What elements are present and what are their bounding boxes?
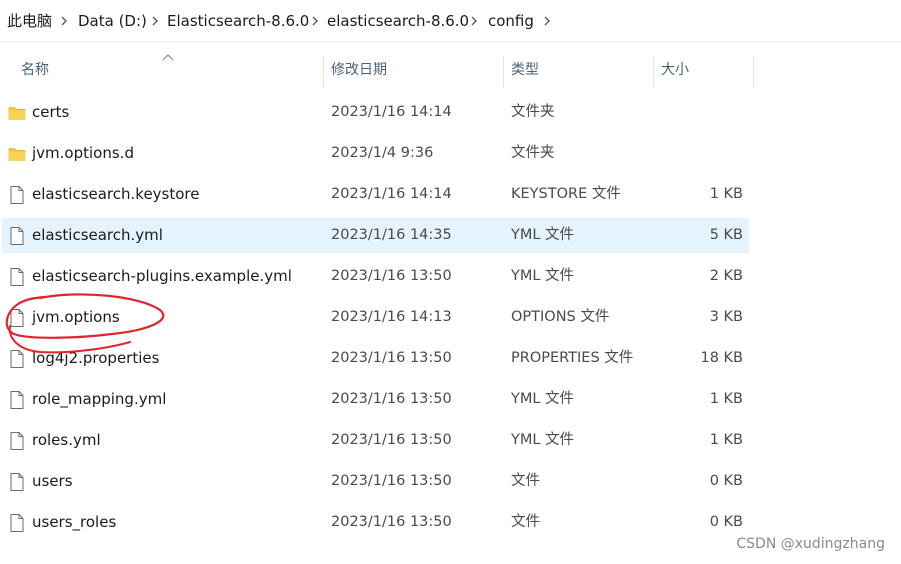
file-type: 文件: [511, 514, 540, 530]
file-date: 2023/1/16 13:50: [331, 391, 452, 407]
file-size: 3 KB: [709, 309, 743, 325]
file-type: 文件夹: [511, 145, 555, 161]
file-name: roles.yml: [32, 431, 101, 449]
chevron-right-icon[interactable]: [151, 11, 159, 31]
chevron-right-icon[interactable]: [470, 11, 478, 31]
file-type: YML 文件: [511, 432, 575, 448]
file-icon: [8, 267, 26, 287]
column-header-date[interactable]: 修改日期: [331, 50, 501, 90]
file-date: 2023/1/16 13:50: [331, 350, 452, 366]
column-header-type[interactable]: 类型: [511, 50, 651, 90]
file-icon: [8, 431, 26, 451]
list-item[interactable]: jvm.options 2023/1/16 14:13 OPTIONS 文件 3…: [2, 300, 749, 335]
file-type: YML 文件: [511, 268, 575, 284]
column-headers: 名称 修改日期 类型 大小: [0, 50, 901, 90]
chevron-right-icon[interactable]: [60, 11, 68, 31]
breadcrumb-item-elasticsearch-root[interactable]: Elasticsearch-8.6.0: [167, 11, 309, 31]
breadcrumb-item-drive[interactable]: Data (D:): [78, 11, 147, 31]
watermark: CSDN @xudingzhang: [736, 536, 885, 552]
list-item[interactable]: certs 2023/1/16 14:14 文件夹: [2, 95, 749, 130]
breadcrumb-item-config[interactable]: config: [488, 11, 534, 31]
file-date: 2023/1/4 9:36: [331, 145, 434, 161]
file-icon: [8, 472, 26, 492]
column-divider[interactable]: [503, 56, 504, 88]
file-type: PROPERTIES 文件: [511, 350, 634, 366]
folder-icon: [8, 144, 26, 164]
list-item[interactable]: roles.yml 2023/1/16 13:50 YML 文件 1 KB: [2, 423, 749, 458]
file-date: 2023/1/16 14:14: [331, 104, 452, 120]
file-size: 0 KB: [709, 514, 743, 530]
folder-icon: [8, 103, 26, 123]
file-icon: [8, 226, 26, 246]
list-item[interactable]: elasticsearch-plugins.example.yml 2023/1…: [2, 259, 749, 294]
file-type: 文件: [511, 473, 540, 489]
list-item[interactable]: users 2023/1/16 13:50 文件 0 KB: [2, 464, 749, 499]
file-icon: [8, 390, 26, 410]
list-item[interactable]: log4j2.properties 2023/1/16 13:50 PROPER…: [2, 341, 749, 376]
column-divider[interactable]: [323, 56, 324, 88]
list-item[interactable]: users_roles 2023/1/16 13:50 文件 0 KB: [2, 505, 749, 540]
file-date: 2023/1/16 14:14: [331, 186, 452, 202]
file-size: 2 KB: [709, 268, 743, 284]
file-explorer-window: 此电脑 Data (D:) Elasticsearch-8.6.0 elasti…: [0, 0, 901, 564]
chevron-right-icon[interactable]: [311, 11, 319, 31]
list-item[interactable]: jvm.options.d 2023/1/4 9:36 文件夹: [2, 136, 749, 171]
file-icon: [8, 185, 26, 205]
file-name: log4j2.properties: [32, 349, 160, 367]
file-size: 5 KB: [709, 227, 743, 243]
file-size: 18 KB: [700, 350, 743, 366]
file-size: 1 KB: [709, 186, 743, 202]
file-type: KEYSTORE 文件: [511, 186, 621, 202]
column-divider[interactable]: [753, 56, 754, 88]
file-name: certs: [32, 103, 70, 121]
chevron-right-icon[interactable]: [543, 11, 551, 31]
file-date: 2023/1/16 14:35: [331, 227, 452, 243]
file-name: elasticsearch.keystore: [32, 185, 200, 203]
file-date: 2023/1/16 13:50: [331, 473, 452, 489]
file-type: YML 文件: [511, 227, 575, 243]
list-item[interactable]: elasticsearch.keystore 2023/1/16 14:14 K…: [2, 177, 749, 212]
column-divider[interactable]: [653, 56, 654, 88]
file-size: 0 KB: [709, 473, 743, 489]
file-icon: [8, 349, 26, 369]
file-date: 2023/1/16 13:50: [331, 432, 452, 448]
file-date: 2023/1/16 13:50: [331, 514, 452, 530]
list-item[interactable]: role_mapping.yml 2023/1/16 13:50 YML 文件 …: [2, 382, 749, 417]
column-header-name[interactable]: 名称: [21, 50, 321, 90]
breadcrumb-item-elasticsearch[interactable]: elasticsearch-8.6.0: [327, 11, 469, 31]
file-name: jvm.options: [32, 308, 120, 326]
file-type: YML 文件: [511, 391, 575, 407]
file-icon: [8, 513, 26, 533]
file-name: role_mapping.yml: [32, 390, 167, 408]
list-item-selected[interactable]: elasticsearch.yml 2023/1/16 14:35 YML 文件…: [2, 218, 749, 253]
file-type: OPTIONS 文件: [511, 309, 610, 325]
file-icon: [8, 308, 26, 328]
file-type: 文件夹: [511, 104, 555, 120]
file-date: 2023/1/16 13:50: [331, 268, 452, 284]
column-header-size[interactable]: 大小: [661, 50, 751, 90]
file-name: users: [32, 472, 73, 490]
file-name: elasticsearch-plugins.example.yml: [32, 267, 292, 285]
file-size: 1 KB: [709, 432, 743, 448]
file-name: elasticsearch.yml: [32, 226, 163, 244]
file-name: users_roles: [32, 513, 117, 531]
breadcrumb: 此电脑 Data (D:) Elasticsearch-8.6.0 elasti…: [0, 0, 901, 42]
breadcrumb-item-this-pc[interactable]: 此电脑: [7, 11, 52, 31]
file-date: 2023/1/16 14:13: [331, 309, 452, 325]
file-name: jvm.options.d: [32, 144, 134, 162]
file-size: 1 KB: [709, 391, 743, 407]
